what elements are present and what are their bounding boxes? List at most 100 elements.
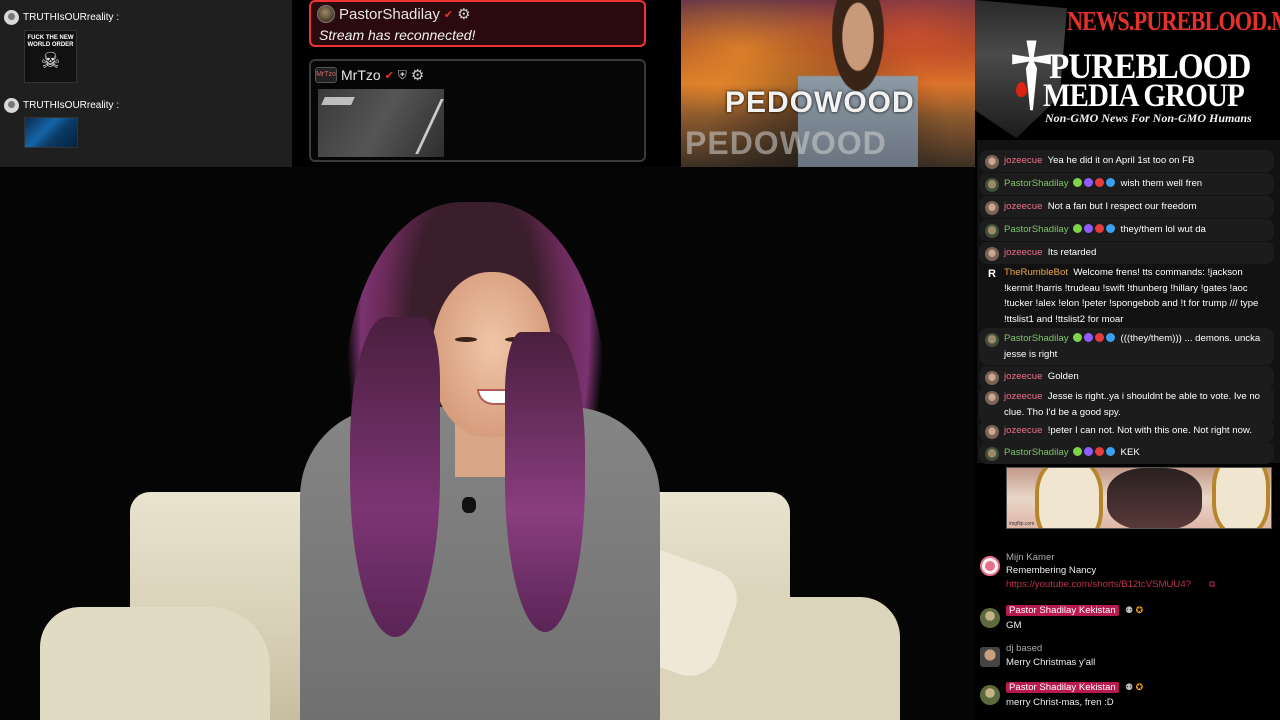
left-chat-message: TRUTHIsOURreality : (4, 98, 119, 113)
badge-icon (1095, 333, 1105, 342)
chat-username[interactable]: jozeecue (1004, 425, 1042, 436)
left-chat-username: TRUTHIsOURreality : (23, 12, 120, 23)
chat-username[interactable]: Pastor Shadilay Kekistan (1006, 605, 1119, 616)
sign-text-reflection: PEDOWOOD (685, 125, 887, 161)
chat-username[interactable]: PastorShadilay (1004, 333, 1069, 344)
alert-username: MrTzo (341, 67, 381, 83)
alert-message: Stream has reconnected! (319, 27, 476, 43)
alert-username: PastorShadilay (339, 5, 440, 23)
badge-icon (1084, 178, 1094, 187)
user-logo: MrTzo (315, 67, 337, 83)
chat-link[interactable]: https://youtube.com/shorts/B12tcVSMUU4? (1006, 579, 1191, 590)
skull-icon: ☠ (40, 48, 61, 73)
external-link-icon[interactable]: ⧉ (1209, 579, 1215, 590)
chat-username[interactable]: jozeecue (1004, 247, 1042, 258)
chat-username[interactable]: Pastor Shadilay Kekistan (1006, 682, 1119, 693)
avatar (317, 5, 335, 23)
chat-username[interactable]: dj based (1006, 643, 1042, 654)
rumble-logo-icon: R (988, 268, 996, 280)
microphone (462, 497, 476, 513)
avatar (985, 447, 999, 461)
logo-name-line2: MEDIA GROUP (1043, 78, 1245, 114)
alert-user: PastorShadilay ✔ ⚙ (317, 5, 471, 23)
chat-username[interactable]: Mijn Kamer (1006, 552, 1055, 563)
hair-front-right (505, 332, 585, 632)
gear-icon[interactable]: ⚙ (457, 5, 470, 23)
verified-icon: ✔ (443, 8, 454, 21)
meme-image[interactable]: FUCK THE NEW WORLD ORDER ☠ (24, 30, 77, 83)
chat-message: PastorShadilay wish them well fren (977, 173, 1280, 195)
reconnect-alert: PastorShadilay ✔ ⚙ Stream has reconnecte… (309, 0, 646, 47)
badge-icon (1095, 447, 1105, 456)
chat-text: they/them lol wut da (1120, 224, 1206, 235)
chat-text: Yea he did it on April 1st too on FB (1047, 155, 1195, 166)
avatar (4, 10, 19, 25)
chat-text: Its retarded (1047, 247, 1097, 258)
shared-image[interactable] (24, 117, 78, 148)
alert-user: MrTzo MrTzo ✔ ⛨ ⚙ (315, 66, 424, 84)
chat-message: jozeecue Yea he did it on April 1st too … (977, 150, 1280, 172)
avatar (4, 98, 19, 113)
badge-icon (1073, 447, 1083, 456)
chat-username[interactable]: jozeecue (1004, 391, 1042, 402)
chat-username[interactable]: PastorShadilay (1004, 178, 1069, 189)
left-chat-panel: TRUTHIsOURreality : FUCK THE NEW WORLD O… (0, 0, 292, 167)
chat-message: dj based Merry Christmas y'all (975, 643, 1280, 673)
chat-message: PastorShadilay KEK (977, 442, 1280, 464)
badge-icon (1106, 178, 1116, 187)
badge-icons: ⚉ ✪ (1125, 605, 1144, 615)
avatar (985, 371, 999, 385)
avatar (980, 556, 1000, 576)
badge-icon (1084, 447, 1094, 456)
avatar (985, 224, 999, 238)
avatar (980, 685, 1000, 705)
pedowood-graphic: PEDOWOOD PEDOWOOD (681, 0, 975, 167)
chat-text: GM (1006, 620, 1022, 631)
chat-text: Golden (1047, 371, 1079, 382)
badge-icon (1106, 333, 1116, 342)
chat-username[interactable]: jozeecue (1004, 371, 1042, 382)
logo-site: NEWS.PUREBLOOD.MEDIA (1067, 6, 1280, 36)
bottom-chat-panel: Mijn Kamer Remembering Nancy https://you… (975, 540, 1280, 720)
sign-text: PEDOWOOD (725, 86, 915, 119)
gear-icon[interactable]: ⚙ (411, 66, 424, 84)
user-alert: MrTzo MrTzo ✔ ⛨ ⚙ (309, 59, 646, 162)
avatar (980, 647, 1000, 667)
chat-username[interactable]: TheRumbleBot (1004, 267, 1068, 278)
avatar (985, 333, 999, 347)
chat-message: Pastor Shadilay Kekistan ⚉ ✪ GM (975, 604, 1280, 634)
left-chat-username: TRUTHIsOURreality : (23, 100, 120, 111)
video-player[interactable] (0, 167, 975, 720)
chat-message: jozeecue !peter I can not. Not with this… (977, 420, 1280, 442)
avatar (985, 155, 999, 169)
shield-icon: ⛨ (397, 67, 407, 82)
avatar (985, 201, 999, 215)
badge-icon (1084, 333, 1094, 342)
chat-message: Pastor Shadilay Kekistan ⚉ ✪ merry Chris… (975, 681, 1280, 711)
avatar (985, 178, 999, 192)
chat-message: jozeecue Not a fan but I respect our fre… (977, 196, 1280, 218)
chat-gif[interactable]: imgflip.com (1006, 467, 1272, 529)
verified-icon: ✔ (384, 69, 394, 82)
chat-username[interactable]: jozeecue (1004, 155, 1042, 166)
chat-text: Remembering Nancy (1006, 565, 1097, 576)
badge-icon (1073, 224, 1083, 233)
chair-arm-left (40, 607, 270, 720)
badge-icons: ⚉ ✪ (1125, 682, 1144, 692)
chat-username[interactable]: PastorShadilay (1004, 224, 1069, 235)
chat-message: jozeecue Its retarded (977, 242, 1280, 264)
avatar (985, 391, 999, 405)
star-icon: ✪ (1135, 605, 1144, 615)
chat-username[interactable]: PastorShadilay (1004, 447, 1069, 458)
badge-icon (1095, 224, 1105, 233)
badge-icon (1106, 447, 1116, 456)
chat-message: jozeecue Jesse is right..ya i shouldnt b… (977, 386, 1280, 423)
chat-text: Merry Christmas y'all (1006, 657, 1096, 668)
chat-message: PastorShadilay they/them lol wut da (977, 219, 1280, 241)
meme-caption: FUCK THE NEW WORLD ORDER (27, 35, 74, 48)
badge-icon (1073, 333, 1083, 342)
badge-icon (1084, 224, 1094, 233)
gif-watermark: imgflip.com (1009, 521, 1035, 527)
alert-thumbnail (318, 89, 444, 157)
chat-username[interactable]: jozeecue (1004, 201, 1042, 212)
